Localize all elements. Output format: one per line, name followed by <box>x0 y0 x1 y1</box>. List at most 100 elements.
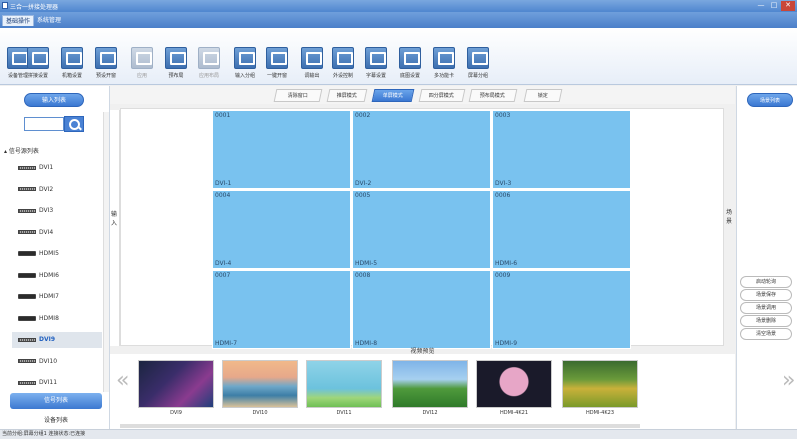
toolbar-label: 机箱设置 <box>61 73 82 79</box>
source-item-hdmi7[interactable]: HDMI7 <box>18 289 102 305</box>
scroll-left-icon[interactable]: « <box>116 370 129 392</box>
mode-tab-3[interactable]: 四分屏模式 <box>418 89 466 102</box>
multicard-icon <box>433 47 455 69</box>
dvi-port-icon <box>18 208 36 213</box>
source-item-label: DVI10 <box>39 357 58 365</box>
source-item-dvi4[interactable]: DVI4 <box>18 225 102 241</box>
source-item-hdmi5[interactable]: HDMI5 <box>18 246 102 262</box>
left-scrollbar[interactable] <box>103 112 109 392</box>
preview-thumbnail-1[interactable] <box>222 360 298 408</box>
source-item-label: DVI11 <box>39 379 58 386</box>
toolbar-label: 预布局 <box>168 73 184 79</box>
tab-basic-operations[interactable]: 基础操作 <box>2 15 35 26</box>
splice-icon <box>27 47 49 69</box>
tab-system-management[interactable]: 系统管理 <box>34 15 64 26</box>
toolbar-button-3[interactable]: 预设开窗 <box>88 47 124 85</box>
load-scene-button[interactable]: 场景调用 <box>740 302 792 314</box>
toolbar-button-11[interactable]: 字幕设置 <box>358 47 394 85</box>
screen-id: 0007 <box>215 272 231 279</box>
dvi-port-icon <box>18 187 36 191</box>
save-scene-button[interactable]: 场景保存 <box>740 289 792 301</box>
screen-id: 0005 <box>355 192 371 199</box>
toolbar-button-8[interactable]: 一键开窗 <box>259 47 295 85</box>
screen-id: 0009 <box>495 272 511 279</box>
source-item-dvi1[interactable]: DVI1 <box>18 160 102 176</box>
screen-cell-0003[interactable]: 0003 DVI-3 <box>492 110 631 189</box>
toolbar-button-12[interactable]: 底图设置 <box>392 47 428 85</box>
close-button[interactable]: ✕ <box>781 1 795 11</box>
mode-tab-label: 锁定 <box>537 93 548 99</box>
preview-thumbnail-2[interactable] <box>306 360 382 408</box>
screen-cell-0009[interactable]: 0009 HDMI-9 <box>492 270 631 349</box>
toolbar-button-10[interactable]: 外设控制 <box>325 47 361 85</box>
toolbar-button-13[interactable]: 多功能卡 <box>426 47 462 85</box>
device-list-tab[interactable]: 设备列表 <box>10 413 102 429</box>
preview-thumbnail-label: DVI9 <box>170 410 182 416</box>
input-list-button[interactable]: 输入列表 <box>24 93 84 107</box>
toolbar-label: 应用布局 <box>198 73 219 79</box>
screen-cell-0004[interactable]: 0004 DVI-4 <box>212 190 351 269</box>
peripheral-icon <box>332 47 354 69</box>
minimize-button[interactable]: — <box>755 1 767 11</box>
toolbar-button-5[interactable]: 预布局 <box>158 47 194 85</box>
preview-thumbnail-3[interactable] <box>392 360 468 408</box>
maximize-button[interactable]: □ <box>768 1 780 11</box>
scroll-right-icon[interactable]: » <box>782 370 795 392</box>
toolbar-button-14[interactable]: 屏幕分组 <box>460 47 496 85</box>
menu-bar: 基础操作 系统管理 <box>0 12 797 28</box>
toolbar-button-2[interactable]: 机箱设置 <box>54 47 90 85</box>
source-item-hdmi8[interactable]: HDMI8 <box>18 311 102 327</box>
output-icon <box>301 47 323 69</box>
preview-thumbnail-5[interactable] <box>562 360 638 408</box>
signal-list-tab[interactable]: 信号列表 <box>10 393 102 409</box>
scene-side-tab[interactable]: 场景 <box>724 110 736 346</box>
preview-thumbnail-0[interactable] <box>138 360 214 408</box>
toolbar-label: 字幕设置 <box>365 73 386 79</box>
dvi-port-icon <box>18 337 36 342</box>
source-item-dvi3[interactable]: DVI3 <box>18 203 102 219</box>
mode-tab-0[interactable]: 清除窗口 <box>273 89 323 102</box>
preview-thumbnail-4[interactable] <box>476 360 552 408</box>
screen-cell-0008[interactable]: 0008 HDMI-8 <box>352 270 491 349</box>
source-item-dvi11[interactable]: DVI11 <box>18 375 102 391</box>
scene-list-button[interactable]: 场景列表 <box>747 93 793 107</box>
input-side-tab[interactable]: 输入 <box>110 110 120 346</box>
start-polling-button[interactable]: 启动轮询 <box>740 276 792 288</box>
screen-cell-0006[interactable]: 0006 HDMI-6 <box>492 190 631 269</box>
dvi-port-icon <box>18 165 36 170</box>
video-wall-canvas[interactable]: 0001 DVI-1 0002 DVI-2 0003 DVI-3 0004 DVI-4 0005… <box>120 108 724 349</box>
preview-scrollbar[interactable] <box>120 424 640 428</box>
toolbar-label: 拼接设置 <box>27 73 48 79</box>
toolbar-button-1[interactable]: 拼接设置 <box>20 47 56 85</box>
source-tree-header[interactable]: ▴ 信号源列表 <box>4 146 39 155</box>
toolbar-button-7[interactable]: 输入分组 <box>227 47 263 85</box>
mode-tab-2[interactable]: 单屏模式 <box>371 89 415 102</box>
mode-tab-1[interactable]: 推屏模式 <box>326 89 368 102</box>
search-icon[interactable] <box>64 116 84 132</box>
delete-scene-button[interactable]: 场景删除 <box>740 315 792 327</box>
status-text: 当前分组:屏幕分组1 连接状态:已连接 <box>2 431 86 437</box>
input-group-icon <box>234 47 256 69</box>
screen-cell-0002[interactable]: 0002 DVI-2 <box>352 110 491 189</box>
source-item-hdmi6[interactable]: HDMI6 <box>18 268 102 284</box>
input-side-label: 输入 <box>111 211 118 227</box>
toolbar-button-6[interactable]: 应用布局 <box>191 47 227 85</box>
hdmi-port-icon <box>18 315 36 321</box>
search-input[interactable] <box>24 117 64 131</box>
source-item-dvi9[interactable]: DVI9 <box>12 332 102 348</box>
hdmi-port-icon <box>18 251 36 256</box>
preview-thumbnail-label: DVI10 <box>252 410 268 416</box>
screen-cell-0007[interactable]: 0007 HDMI-7 <box>212 270 351 349</box>
subtitle-icon <box>365 47 387 69</box>
source-item-dvi2[interactable]: DVI2 <box>18 182 102 198</box>
mode-tab-4[interactable]: 预布局模式 <box>468 89 518 102</box>
source-item-label: DVI2 <box>39 185 54 193</box>
screen-cell-0001[interactable]: 0001 DVI-1 <box>212 110 351 189</box>
preview-thumbnail-label: DVI12 <box>422 410 438 416</box>
toolbar-button-4[interactable]: 应用 <box>124 47 160 85</box>
screen-cell-0005[interactable]: 0005 HDMI-5 <box>352 190 491 269</box>
mode-tab-5[interactable]: 锁定 <box>523 89 563 102</box>
clear-scenes-button[interactable]: 清空场景 <box>740 328 792 340</box>
source-item-dvi10[interactable]: DVI10 <box>18 354 102 370</box>
toolbar-label: 底图设置 <box>399 73 420 79</box>
